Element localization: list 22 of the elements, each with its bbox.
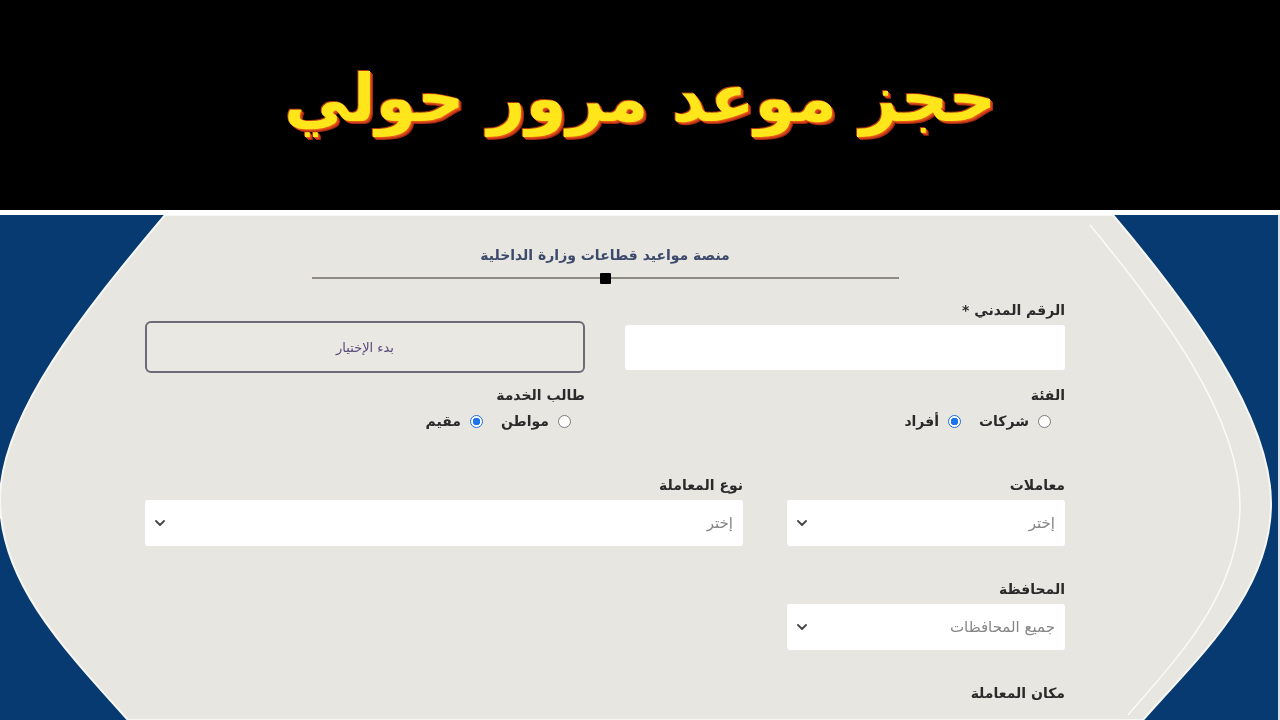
field-label: الرقم المدني *: [962, 301, 1065, 319]
field-label: المحافظة: [998, 580, 1065, 598]
chevron-down-icon: [797, 520, 807, 526]
field-label: معاملات: [1009, 476, 1065, 494]
banner-title: حجز موعد مرور حولي: [284, 59, 996, 140]
radio-label[interactable]: مقيم: [425, 412, 461, 430]
dropdown-field[interactable]: إختر: [145, 500, 743, 546]
form-heading: منصة مواعيد قطاعات وزارة الداخلية: [480, 246, 730, 265]
start-selection-button[interactable]: بدء الإختيار: [145, 321, 585, 373]
radio-label[interactable]: مواطن: [500, 412, 549, 430]
radio-label[interactable]: شركات: [979, 412, 1029, 430]
chevron-down-icon: [797, 624, 807, 630]
square-marker-icon: [599, 272, 611, 284]
field-label: طالب الخدمة: [496, 386, 585, 404]
field-label: نوع المعاملة: [659, 476, 743, 494]
field-label: مكان المعاملة: [970, 684, 1065, 702]
radio-label[interactable]: أفراد: [904, 412, 940, 430]
dropdown-field[interactable]: جميع المحافظات: [787, 604, 1065, 650]
text-input-field[interactable]: [625, 325, 1065, 370]
chevron-down-icon: [155, 520, 165, 526]
dropdown-field[interactable]: إختر: [787, 500, 1065, 546]
field-label: الفئة: [1030, 386, 1065, 404]
